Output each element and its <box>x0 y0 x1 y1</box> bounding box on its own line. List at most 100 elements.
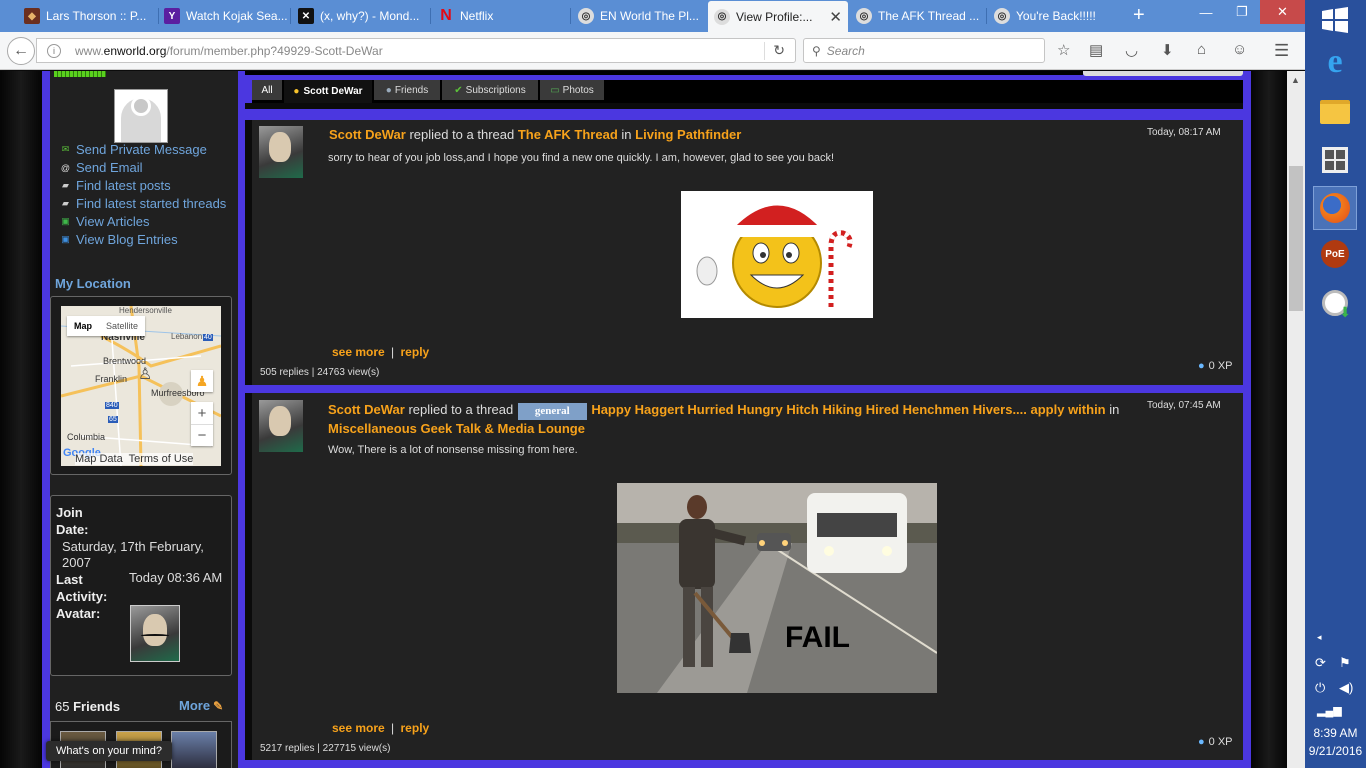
location-map[interactable]: Hendersonville Nashville Lebanon Brentwo… <box>61 306 221 466</box>
restore-button[interactable]: ❐ <box>1224 0 1260 24</box>
tab-lars-thorson[interactable]: ◆ Lars Thorson :: P... <box>18 2 158 30</box>
back-button[interactable]: ← <box>7 37 35 65</box>
santa-smiley-image <box>681 191 873 318</box>
friends-more-link[interactable]: More ✎ <box>179 698 223 713</box>
activity-user-link[interactable]: Scott DeWar <box>329 127 406 142</box>
activity-thread-link[interactable]: The AFK Thread <box>518 127 618 142</box>
activity-thread-link[interactable]: Happy Haggert Hurried Hungry Hitch Hikin… <box>591 402 1105 417</box>
tab-enworld-pl[interactable]: ◎ EN World The Pl... <box>572 2 706 30</box>
tab-youre-back[interactable]: ◎ You're Back!!!!! <box>988 2 1124 30</box>
pegman-icon[interactable]: ♟ <box>191 370 213 392</box>
find-latest-threads-link[interactable]: ▰ Find latest started threads <box>60 196 226 211</box>
see-more-link[interactable]: see more <box>332 345 385 359</box>
scroll-up-arrow-icon[interactable]: ▲ <box>1291 75 1300 85</box>
volume-icon[interactable]: ◀) <box>1339 680 1353 696</box>
santa-smiley-drawing <box>696 205 853 311</box>
tab-scott-dewar[interactable]: ● Scott DeWar <box>284 80 372 103</box>
power-icon[interactable]: ⏻ <box>1315 680 1325 696</box>
friends-icon: ● <box>385 84 392 96</box>
activity-xp[interactable]: ● 0 XP <box>1198 360 1233 372</box>
window-close-button[interactable]: ✕ <box>1260 0 1305 24</box>
action-center-flag-icon[interactable]: ⚑ <box>1339 655 1351 671</box>
whats-on-your-mind-button[interactable]: What's on your mind? <box>46 741 173 761</box>
poe-app[interactable]: PoE <box>1313 234 1357 274</box>
page-scrollbar[interactable]: ▲ <box>1287 71 1305 768</box>
activity-user-link[interactable]: Scott DeWar <box>328 402 405 417</box>
activity-avatar[interactable] <box>259 400 303 452</box>
send-email-link[interactable]: @ Send Email <box>60 160 143 175</box>
zoom-out-button[interactable]: − <box>191 424 213 446</box>
activity-avatar[interactable] <box>259 126 303 178</box>
internet-explorer-app[interactable]: e <box>1313 42 1357 82</box>
taskbar-date[interactable]: 9/21/2016 <box>1305 744 1366 758</box>
scrollbar-thumb[interactable] <box>1289 166 1303 311</box>
sync-icon[interactable]: ⟳ <box>1315 655 1326 671</box>
firefox-app[interactable] <box>1313 186 1357 230</box>
reading-list-icon[interactable]: ▤ <box>1089 41 1103 59</box>
last-activity-label: Last Activity: <box>56 572 108 604</box>
tab-netflix[interactable]: N Netflix <box>432 2 570 30</box>
bookmark-star-icon[interactable]: ☆ <box>1057 41 1070 59</box>
menu-icon[interactable]: ☰ <box>1274 41 1289 61</box>
taskbar-clock[interactable]: 8:39 AM <box>1305 726 1366 740</box>
check-icon: ✔ <box>454 84 463 96</box>
zoom-in-button[interactable]: + <box>191 402 213 424</box>
xp-globe-icon: ● <box>1198 736 1205 748</box>
tab-friends[interactable]: ● Friends <box>374 80 440 100</box>
location-marker-icon: ♙ <box>138 366 153 383</box>
x-why-icon: ✕ <box>298 8 314 24</box>
enworld-icon: ◎ <box>856 8 872 24</box>
reload-icon[interactable]: ↻ <box>773 42 785 59</box>
tab-all[interactable]: All <box>252 80 282 100</box>
download-icon[interactable]: ⬇ <box>1161 41 1174 59</box>
frame-border <box>42 71 50 768</box>
activity-stats: 505 replies | 24763 view(s) <box>260 367 380 378</box>
find-latest-posts-link[interactable]: ▰ Find latest posts <box>60 178 171 193</box>
tab-subscriptions[interactable]: ✔ Subscriptions <box>442 80 538 100</box>
address-bar[interactable]: i www.enworld.org/forum/member.php?49929… <box>36 38 796 63</box>
hello-chat-icon[interactable]: ☺ <box>1232 41 1247 58</box>
firefox-icon <box>1320 193 1350 223</box>
network-signal-icon[interactable]: ▂▄▆ <box>1317 704 1342 717</box>
view-blog-entries-link[interactable]: ▣ View Blog Entries <box>60 232 177 247</box>
hitchhiker-fail-image: FAIL <box>617 483 937 693</box>
interstate-shield: 40 <box>203 334 213 341</box>
view-articles-link[interactable]: ▣ View Articles <box>60 214 149 229</box>
map-attribution[interactable]: Map Data Terms of Use <box>75 453 194 465</box>
reply-link[interactable]: reply <box>401 721 430 735</box>
clock-download-app[interactable]: ⬇ <box>1313 283 1357 323</box>
activity-forum-link[interactable]: Miscellaneous Geek Talk & Media Lounge <box>328 421 585 436</box>
info-icon[interactable]: i <box>47 43 61 58</box>
reply-link[interactable]: reply <box>401 345 430 359</box>
pocket-icon[interactable]: ◡ <box>1125 41 1138 59</box>
see-more-link[interactable]: see more <box>332 721 385 735</box>
dropdown-control[interactable] <box>1083 71 1243 76</box>
start-button[interactable] <box>1313 0 1357 40</box>
activity-xp[interactable]: ● 0 XP <box>1198 736 1233 748</box>
activity-snippet: Wow, There is a lot of nonsense missing … <box>328 444 578 456</box>
friend-avatar[interactable] <box>171 731 217 768</box>
search-input[interactable]: ⚲ Search <box>803 38 1045 63</box>
new-tab-button[interactable]: + <box>1133 4 1145 27</box>
file-explorer-app[interactable] <box>1313 92 1357 132</box>
left-decorative-background <box>0 71 42 768</box>
url-text[interactable]: www.enworld.org/forum/member.php?49929-S… <box>75 44 383 58</box>
send-private-message-link[interactable]: ✉ Send Private Message <box>60 142 207 157</box>
home-icon[interactable]: ⌂ <box>1197 41 1206 58</box>
satellite-tab[interactable]: Satellite <box>99 316 145 336</box>
minimize-button[interactable]: — <box>1188 0 1224 24</box>
tab-kojak[interactable]: Y Watch Kojak Sea... <box>158 2 288 30</box>
activity-forum-link[interactable]: Living Pathfinder <box>635 127 741 142</box>
netflix-icon: N <box>440 7 452 24</box>
calculator-app[interactable] <box>1313 140 1357 180</box>
blog-icon: ▣ <box>61 234 70 244</box>
tab-view-profile[interactable]: ◎ View Profile:... ✕ <box>708 1 848 32</box>
web-page: ✉ Send Private Message @ Send Email ▰ Find … <box>0 71 1287 768</box>
show-hidden-icons-arrow[interactable]: ◂ <box>1317 632 1322 643</box>
map-type-toggle: Map Satellite <box>67 316 146 336</box>
close-tab-icon[interactable]: ✕ <box>829 8 842 26</box>
map-tab[interactable]: Map <box>67 316 99 336</box>
tab-afk-thread[interactable]: ◎ The AFK Thread ... <box>850 2 986 30</box>
tab-photos[interactable]: ▭ Photos <box>540 80 604 100</box>
tab-x-why[interactable]: ✕ (x, why?) - Mond... <box>292 2 428 30</box>
